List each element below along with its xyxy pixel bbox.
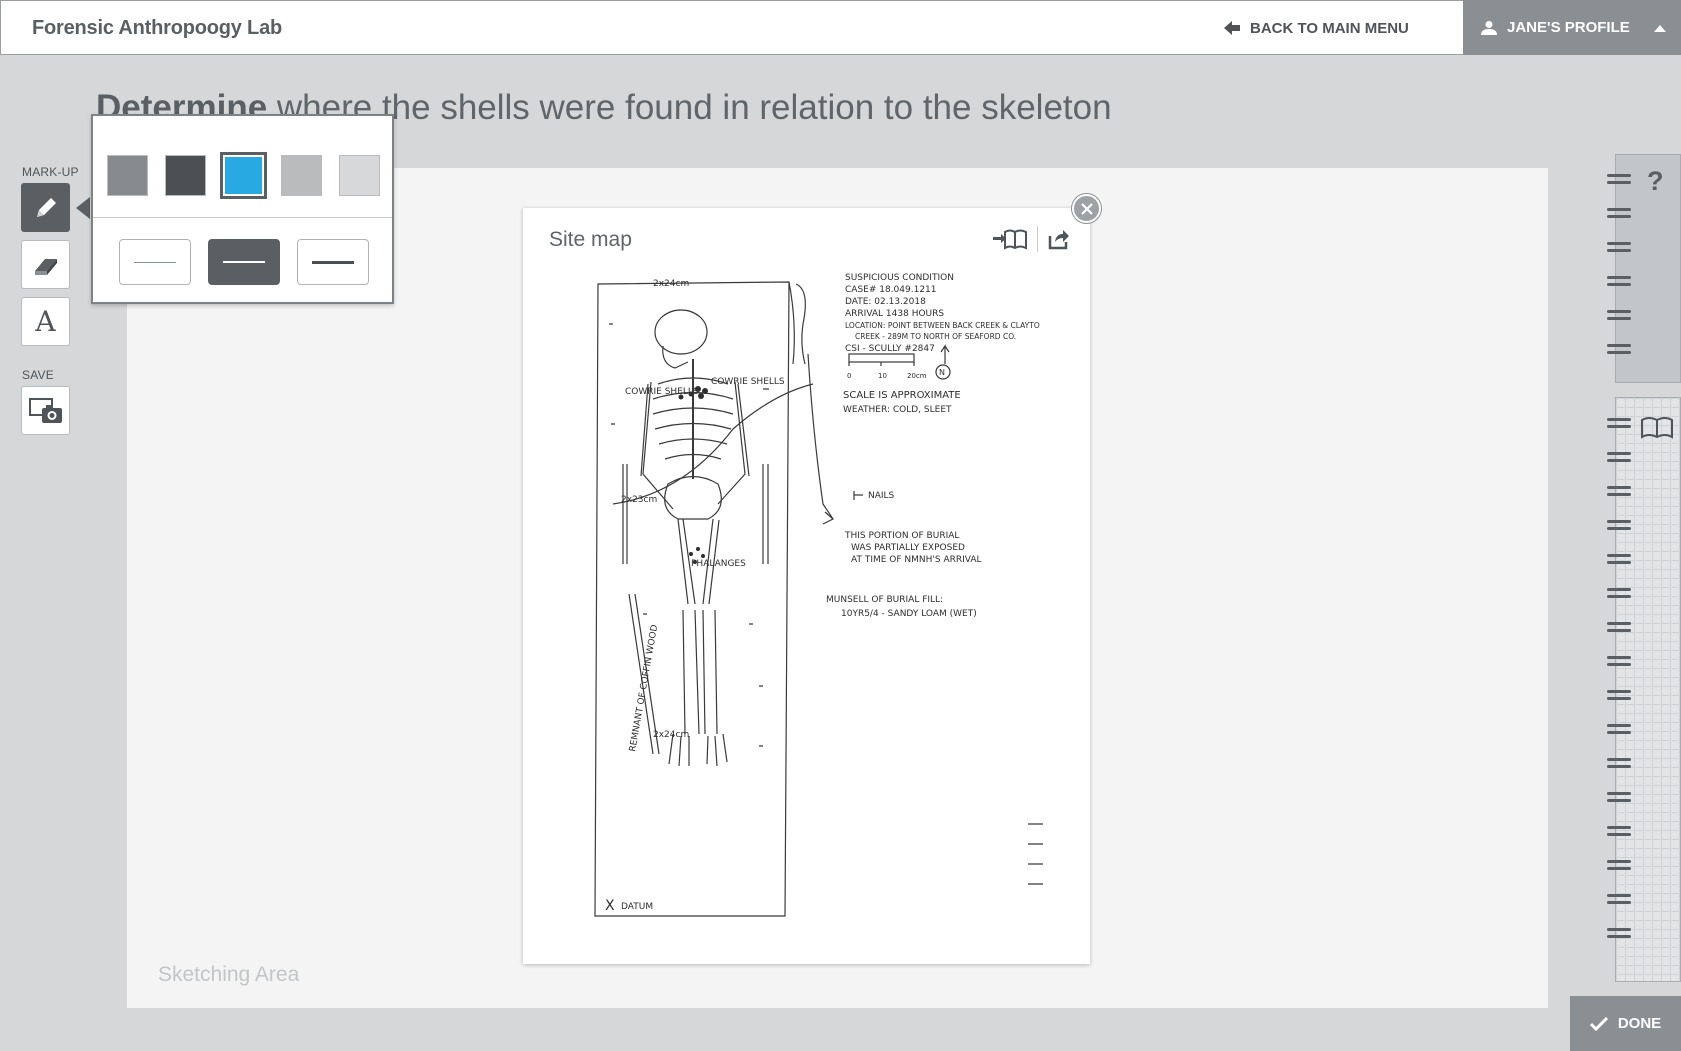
binder-ring xyxy=(1607,792,1631,806)
medium-line-icon xyxy=(223,261,265,263)
burial-note3: AT TIME OF NMNH'S ARRIVAL xyxy=(851,555,982,565)
binder-ring xyxy=(1607,276,1631,290)
site-map-actions xyxy=(993,226,1070,252)
done-label: DONE xyxy=(1617,1015,1662,1032)
phalanges-label: PHALANGES xyxy=(691,559,746,569)
scale-twenty: 20cm xyxy=(907,372,927,380)
binder-ring xyxy=(1607,928,1631,942)
binder-ring xyxy=(1607,690,1631,704)
binder-ring xyxy=(1607,452,1631,466)
binder-ring xyxy=(1607,894,1631,908)
binder-ring xyxy=(1607,208,1631,222)
back-to-main-menu-button[interactable]: BACK TO MAIN MENU xyxy=(1223,19,1409,37)
thick-line-icon xyxy=(312,260,354,264)
top-bar: Forensic Anthropoogy Lab BACK TO MAIN ME… xyxy=(0,0,1681,55)
measurement-bottom: 2x24cm xyxy=(653,730,689,740)
add-to-notebook-icon[interactable] xyxy=(993,228,1027,250)
datum-x: X xyxy=(605,898,615,914)
scale-note: SCALE IS APPROXIMATE xyxy=(843,390,961,401)
open-book-icon[interactable] xyxy=(1641,416,1673,440)
binder-ring xyxy=(1607,554,1631,568)
binder-ring xyxy=(1607,588,1631,602)
text-tool-button[interactable]: A xyxy=(21,297,70,346)
binder-ring xyxy=(1607,724,1631,738)
cowrie-shells-left: COWRIE SHELLS xyxy=(625,387,699,397)
sketching-area-label: Sketching Area xyxy=(158,963,300,986)
binder-ring xyxy=(1607,826,1631,840)
share-icon[interactable] xyxy=(1048,228,1070,250)
color-swatch-light-gray[interactable] xyxy=(281,155,322,196)
binder-ring xyxy=(1607,622,1631,636)
binder-ring xyxy=(1607,860,1631,874)
app-title: Forensic Anthropoogy Lab xyxy=(32,17,283,39)
save-screenshot-button[interactable] xyxy=(21,386,70,435)
site-map-title: Site map xyxy=(549,228,632,251)
scale-zero: 0 xyxy=(847,372,851,380)
close-icon xyxy=(1080,202,1093,215)
munsell-note2: 10YR5/4 - SANDY LOAM (WET) xyxy=(841,609,977,619)
note-line5: LOCATION: POINT BETWEEN BACK CREEK & CLA… xyxy=(845,321,1040,330)
color-swatch-blue[interactable] xyxy=(220,152,267,199)
profile-label: JANE'S PROFILE xyxy=(1507,19,1630,36)
burial-note2: WAS PARTIALLY EXPOSED xyxy=(851,543,965,553)
text-icon: A xyxy=(35,305,56,338)
save-label: SAVE xyxy=(22,368,54,382)
stroke-thin-button[interactable] xyxy=(119,239,191,285)
measurement-top: 2x24cm xyxy=(653,279,689,289)
scale-ten: 10 xyxy=(878,372,887,380)
nails-label: NAILS xyxy=(868,491,895,501)
icon-separator xyxy=(1037,226,1038,252)
measurement-mid: 2x23cm xyxy=(621,495,657,505)
markup-label: MARK-UP xyxy=(22,165,79,179)
note-line2: CASE# 18.049.1211 xyxy=(845,285,937,295)
pencil-icon xyxy=(36,197,56,217)
north-label: N xyxy=(939,368,945,377)
caret-up-icon xyxy=(1653,24,1666,32)
binder-ring xyxy=(1607,520,1631,534)
cowrie-shells-right: COWRIE SHELLS xyxy=(711,377,785,387)
profile-button[interactable]: JANE'S PROFILE xyxy=(1463,0,1681,55)
binder-ring xyxy=(1607,174,1631,188)
color-swatch-dark-gray[interactable] xyxy=(165,155,206,196)
palette-divider xyxy=(93,217,392,218)
arrow-left-icon xyxy=(1224,21,1240,35)
color-swatch-lightest-gray[interactable] xyxy=(339,155,380,196)
back-label: BACK TO MAIN MENU xyxy=(1250,19,1409,37)
stroke-medium-button[interactable] xyxy=(208,239,280,285)
color-swatch-gray[interactable] xyxy=(107,155,148,196)
site-map-drawing: 2x24cm COWRIE SHELLS COWRIE SHELLS 2x23c… xyxy=(594,273,1043,917)
binder-ring xyxy=(1607,418,1631,432)
binder-ring xyxy=(1607,344,1631,358)
munsell-note1: MUNSELL OF BURIAL FILL: xyxy=(826,595,943,605)
binder-ring xyxy=(1607,242,1631,256)
note-line4: ARRIVAL 1438 HOURS xyxy=(845,309,944,319)
binder-ring xyxy=(1607,310,1631,324)
binder-ring xyxy=(1607,486,1631,500)
stroke-thick-button[interactable] xyxy=(297,239,369,285)
note-line1: SUSPICIOUS CONDITION xyxy=(845,273,954,283)
user-icon xyxy=(1481,20,1497,35)
eraser-icon xyxy=(34,258,57,275)
eraser-tool-button[interactable] xyxy=(21,240,70,289)
active-tool-pointer xyxy=(76,197,90,219)
close-site-map-button[interactable] xyxy=(1072,194,1101,223)
markup-palette-popup xyxy=(91,114,394,304)
thin-line-icon xyxy=(134,261,176,263)
datum-label: DATUM xyxy=(621,902,653,912)
binder-ring xyxy=(1607,758,1631,772)
site-map-panel: Site map 2x24cm COWRIE SHELLS COWRIE SHE… xyxy=(523,208,1090,964)
burial-note1: THIS PORTION OF BURIAL xyxy=(844,531,959,541)
pencil-tool-button[interactable] xyxy=(21,183,70,232)
note-line3: DATE: 02.13.2018 xyxy=(845,297,926,307)
help-icon[interactable]: ? xyxy=(1647,166,1664,197)
binder-ring xyxy=(1607,656,1631,670)
checkmark-icon xyxy=(1589,1016,1608,1031)
done-button[interactable]: DONE xyxy=(1570,996,1681,1051)
note-line7: CSI - SCULLY #2847 xyxy=(845,344,935,354)
screenshot-camera-icon xyxy=(28,397,62,423)
weather-note: WEATHER: COLD, SLEET xyxy=(843,405,952,415)
note-line6: CREEK - 289M TO NORTH OF SEAFORD CO. xyxy=(855,332,1016,341)
